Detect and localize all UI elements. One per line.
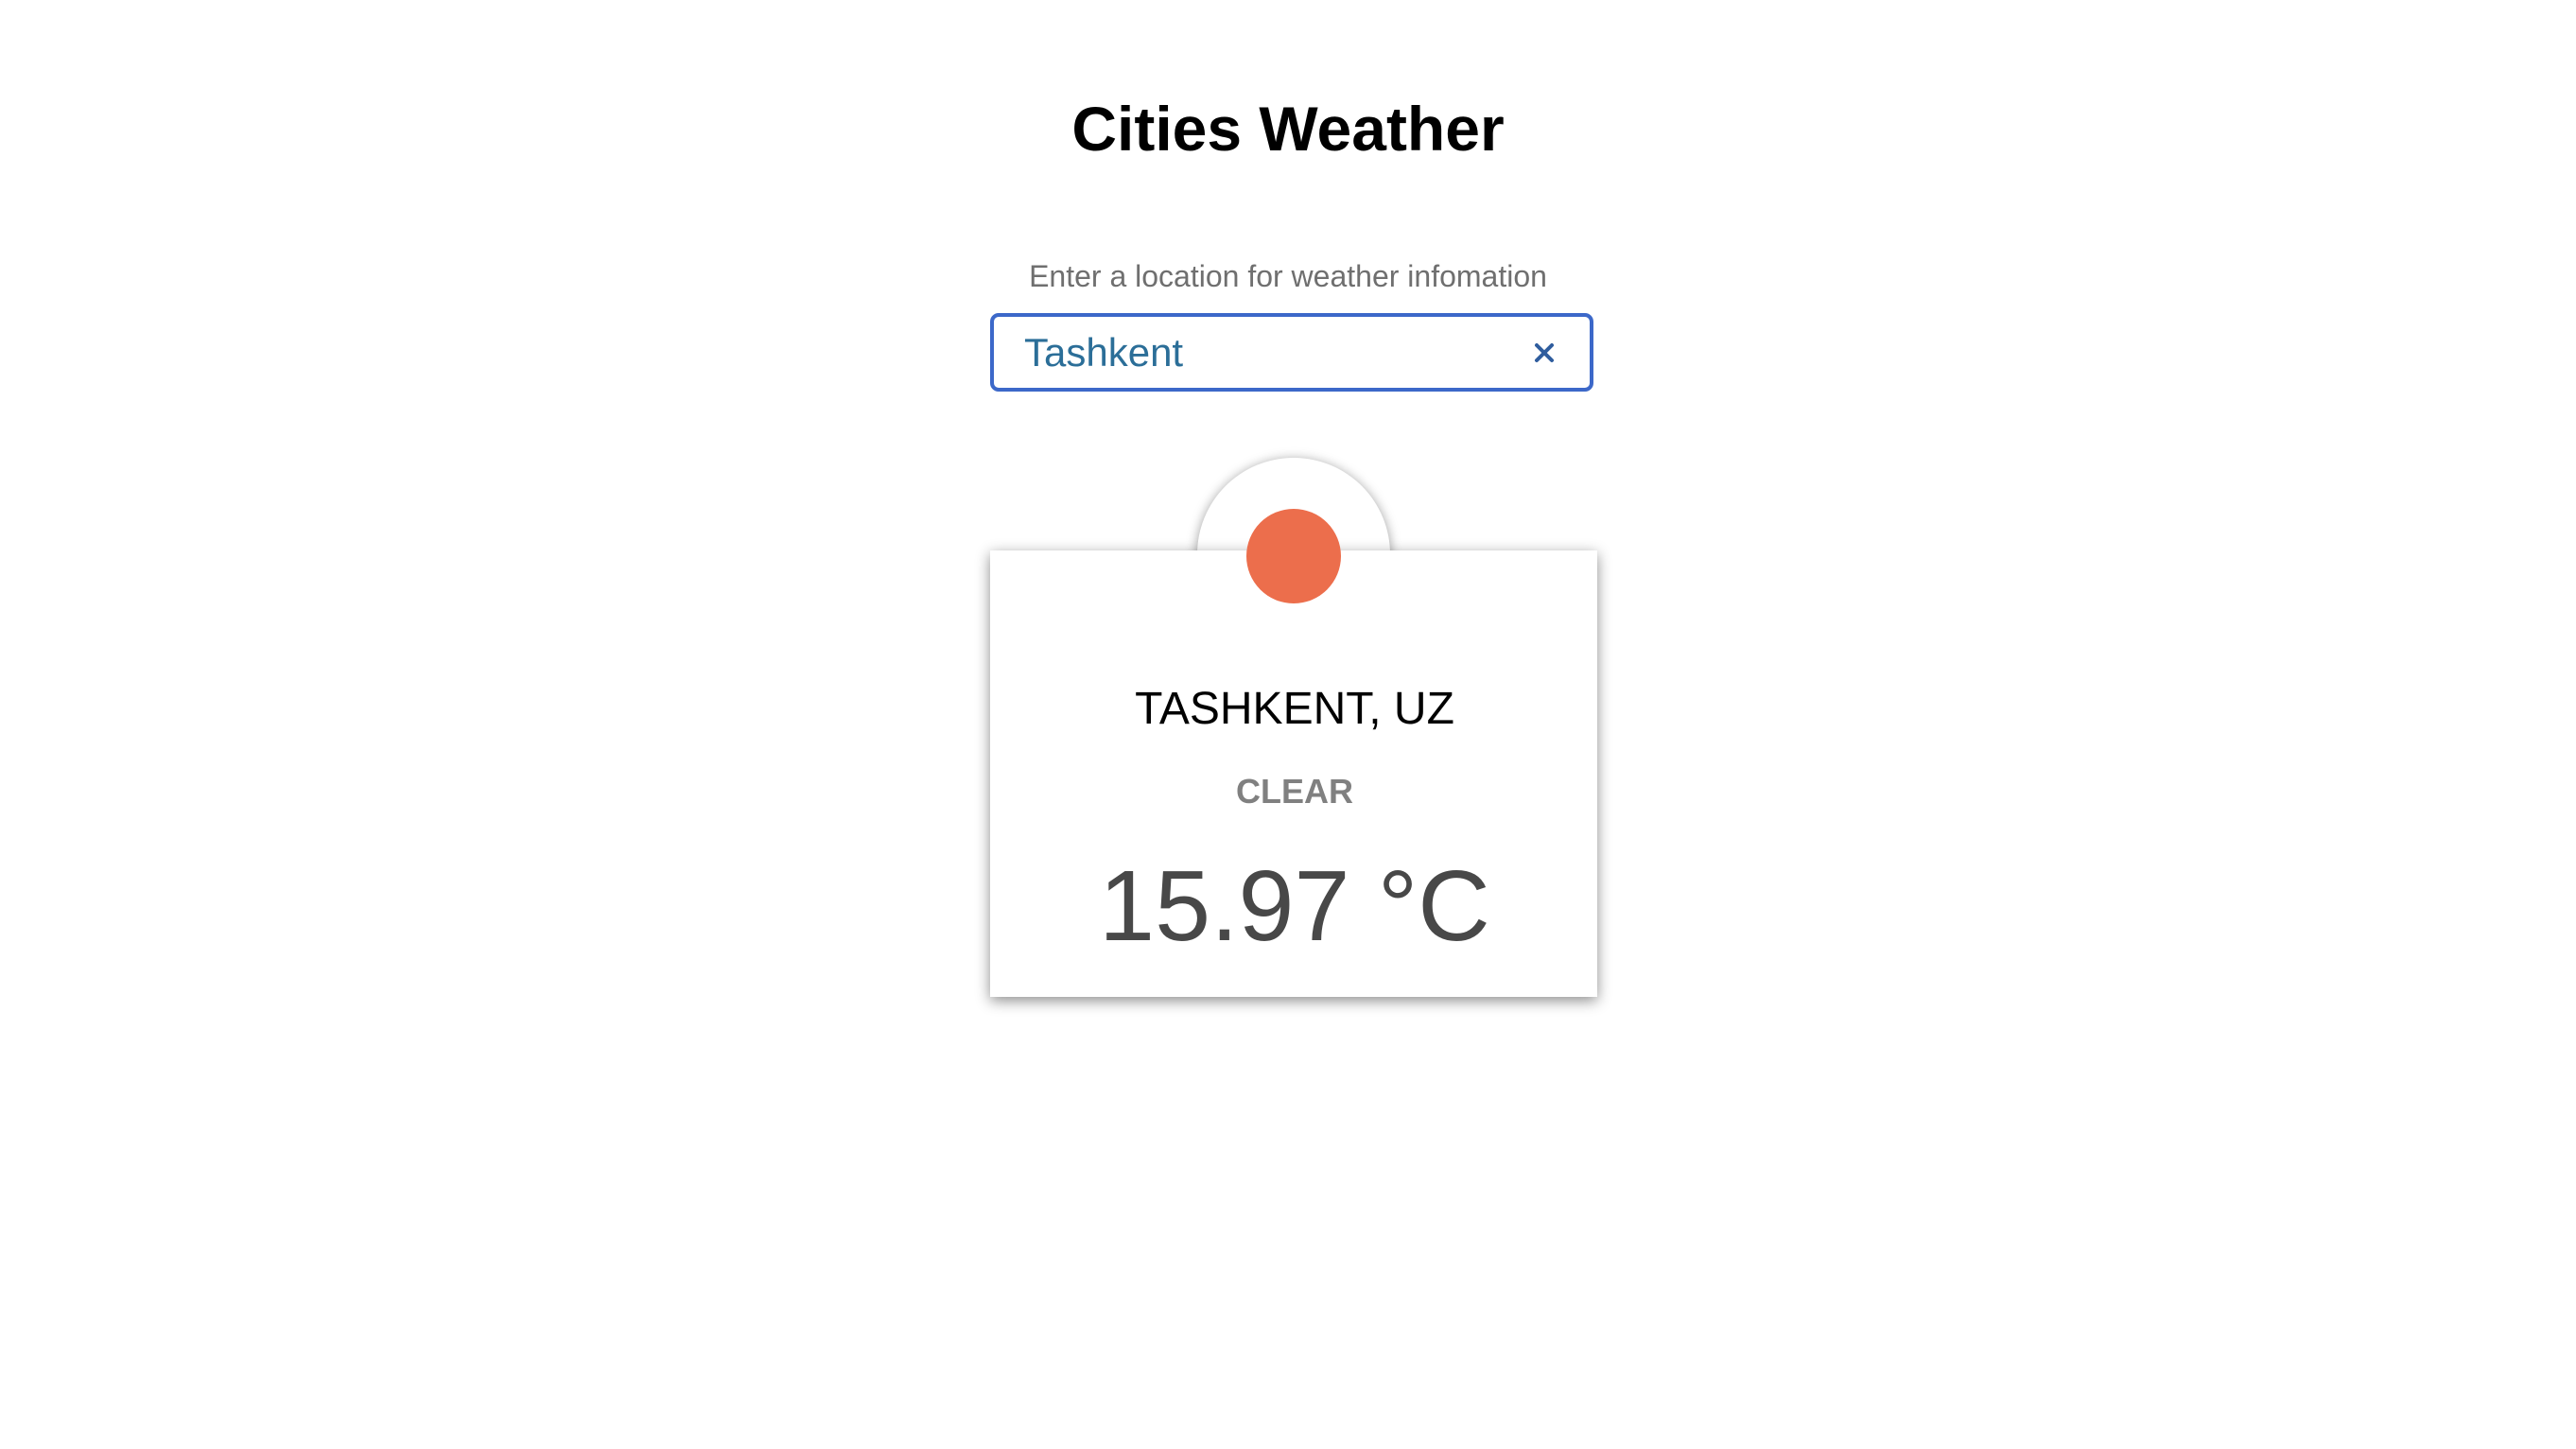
sun-icon bbox=[1246, 509, 1341, 603]
weather-page: Cities Weather Enter a location for weat… bbox=[0, 0, 2576, 1449]
location-search-input[interactable] bbox=[1024, 324, 1516, 381]
location-name: TASHKENT, UZ bbox=[1135, 684, 1454, 734]
page-title: Cities Weather bbox=[1071, 94, 1505, 164]
close-icon bbox=[1535, 343, 1554, 362]
search-prompt-label: Enter a location for weather infomation bbox=[1029, 259, 1547, 293]
weather-card: TASHKENT, UZ CLEAR 15.97 °C bbox=[990, 458, 1599, 1001]
location-search-box[interactable] bbox=[990, 313, 1593, 392]
weather-condition: CLEAR bbox=[1236, 772, 1353, 811]
clear-search-button[interactable] bbox=[1525, 334, 1563, 372]
temperature-value: 15.97 °C bbox=[1099, 850, 1490, 962]
